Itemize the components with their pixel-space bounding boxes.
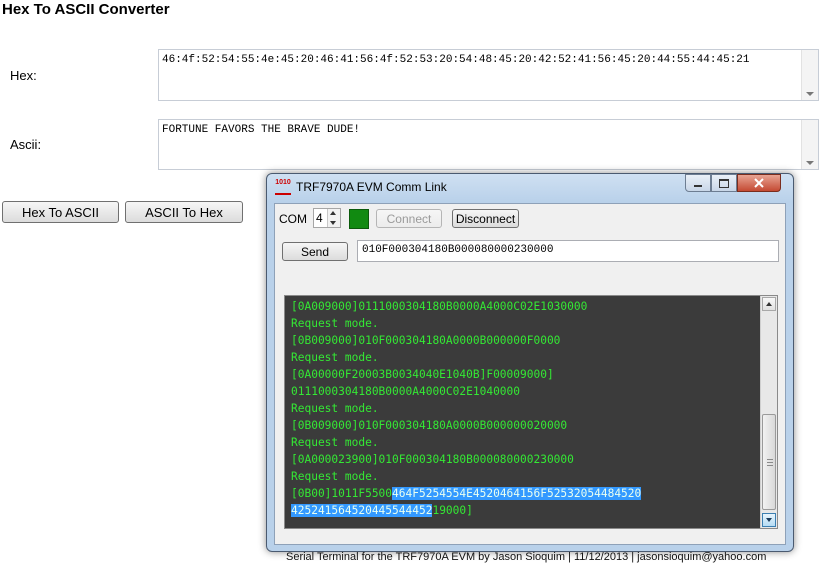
client-area: COM 4 Connect Disconnect Send 010F000304… xyxy=(274,203,786,563)
hex-input-scrollbar[interactable] xyxy=(801,50,818,100)
ascii-input-scrollbar[interactable] xyxy=(801,120,818,169)
terminal-line: [0A009000]0111000304180B0000A4000C02E103… xyxy=(291,298,757,315)
terminal-text: [0B009000]010F000304180A0000B000000F0000 xyxy=(291,334,561,347)
footer-text: Serial Terminal for the TRF7970A EVM by … xyxy=(286,551,767,563)
terminal-text: [0A000023900]010F000304180B0000800002300… xyxy=(291,453,574,466)
ascii-label: Ascii: xyxy=(10,137,42,152)
command-input-text: 010F000304180B000080000230000 xyxy=(362,244,554,256)
terminal-selection: 464F5254554E4520464156F52532054484520 xyxy=(392,487,642,500)
terminal-line: [0B00]1011F5500464F5254554E4520464156F52… xyxy=(291,485,757,502)
grip-line xyxy=(767,459,773,460)
stepper-up-icon xyxy=(330,211,336,215)
ascii-input[interactable]: FORTUNE FAVORS THE BRAVE DUDE! xyxy=(158,119,819,170)
terminal-text: Request mode. xyxy=(291,402,379,415)
com-port-value: 4 xyxy=(316,211,323,225)
scroll-up-button[interactable] xyxy=(762,297,776,311)
window-title: TRF7970A EVM Comm Link xyxy=(296,180,447,194)
stepper-down-icon xyxy=(330,221,336,225)
terminal-text: [0B009000]010F000304180A0000B00000002000… xyxy=(291,419,568,432)
terminal-text: [0B00]1011F5500 xyxy=(291,487,393,500)
comm-link-window: 1010 TRF7970A EVM Comm Link COM 4 Connec… xyxy=(266,173,794,563)
scroll-down-button[interactable] xyxy=(762,513,776,527)
terminal-line: Request mode. xyxy=(291,349,757,366)
terminal-line: Request mode. xyxy=(291,468,757,485)
connect-button[interactable]: Connect xyxy=(376,209,442,228)
terminal-line: Request mode. xyxy=(291,400,757,417)
terminal-line: [0B009000]010F000304180A0000B00000002000… xyxy=(291,417,757,434)
hex-label: Hex: xyxy=(10,68,37,83)
terminal-line: [0A000023900]010F000304180B0000800002300… xyxy=(291,451,757,468)
hex-input[interactable]: 46:4f:52:54:55:4e:45:20:46:41:56:4f:52:5… xyxy=(158,49,819,101)
close-button[interactable] xyxy=(737,174,781,192)
com-port-stepper[interactable]: 4 xyxy=(313,208,341,228)
scroll-down-icon xyxy=(806,161,814,165)
terminal-text: [0A00000F20003B0034040E1040B]F00009000] xyxy=(291,368,554,381)
terminal-line: Request mode. xyxy=(291,315,757,332)
terminal-text: 19000] xyxy=(432,504,473,517)
terminal-text: Request mode. xyxy=(291,317,379,330)
send-button[interactable]: Send xyxy=(282,242,348,261)
ascii-input-text: FORTUNE FAVORS THE BRAVE DUDE! xyxy=(162,124,361,136)
terminal-scrollbar[interactable] xyxy=(760,296,777,528)
stepper-arrows[interactable] xyxy=(327,209,340,227)
terminal-line: 42524156452044554445219000] xyxy=(291,502,757,519)
terminal-line: [0A00000F20003B0034040E1040B]F00009000] xyxy=(291,366,757,383)
grip-line xyxy=(767,462,773,463)
maximize-icon xyxy=(719,178,729,188)
terminal-selection: 425241564520445544452 xyxy=(291,504,433,517)
connection-status-indicator xyxy=(349,209,369,229)
terminal-line: Request mode. xyxy=(291,434,757,451)
scroll-up-icon xyxy=(766,302,772,306)
page-title: Hex To ASCII Converter xyxy=(2,1,170,18)
terminal-text: Request mode. xyxy=(291,436,379,449)
terminal-text: Request mode. xyxy=(291,470,379,483)
terminal-line: 0111000304180B0000A4000C02E1040000 xyxy=(291,383,757,400)
terminal-line: [0B009000]010F000304180A0000B000000F0000 xyxy=(291,332,757,349)
scroll-down-icon xyxy=(766,518,772,522)
scroll-down-icon xyxy=(806,92,814,96)
close-icon xyxy=(754,178,764,188)
hex-input-text: 46:4f:52:54:55:4e:45:20:46:41:56:4f:52:5… xyxy=(162,54,750,66)
grip-line xyxy=(767,465,773,466)
maximize-button[interactable] xyxy=(711,174,737,192)
terminal-text: 0111000304180B0000A4000C02E1040000 xyxy=(291,385,521,398)
minimize-icon xyxy=(694,185,702,187)
terminal-text: [0A009000]0111000304180B0000A4000C02E103… xyxy=(291,300,588,313)
ascii-to-hex-button[interactable]: ASCII To Hex xyxy=(125,201,243,223)
scroll-thumb[interactable] xyxy=(762,414,776,510)
disconnect-button[interactable]: Disconnect xyxy=(452,209,519,228)
com-label: COM xyxy=(279,212,307,226)
command-input[interactable]: 010F000304180B000080000230000 xyxy=(357,240,779,262)
terminal-output[interactable]: [0A009000]0111000304180B0000A4000C02E103… xyxy=(284,295,778,529)
terminal-lines: [0A009000]0111000304180B0000A4000C02E103… xyxy=(291,298,757,519)
terminal-text: Request mode. xyxy=(291,351,379,364)
minimize-button[interactable] xyxy=(685,174,711,192)
hex-to-ascii-button[interactable]: Hex To ASCII xyxy=(2,201,119,223)
app-icon: 1010 xyxy=(275,179,291,195)
